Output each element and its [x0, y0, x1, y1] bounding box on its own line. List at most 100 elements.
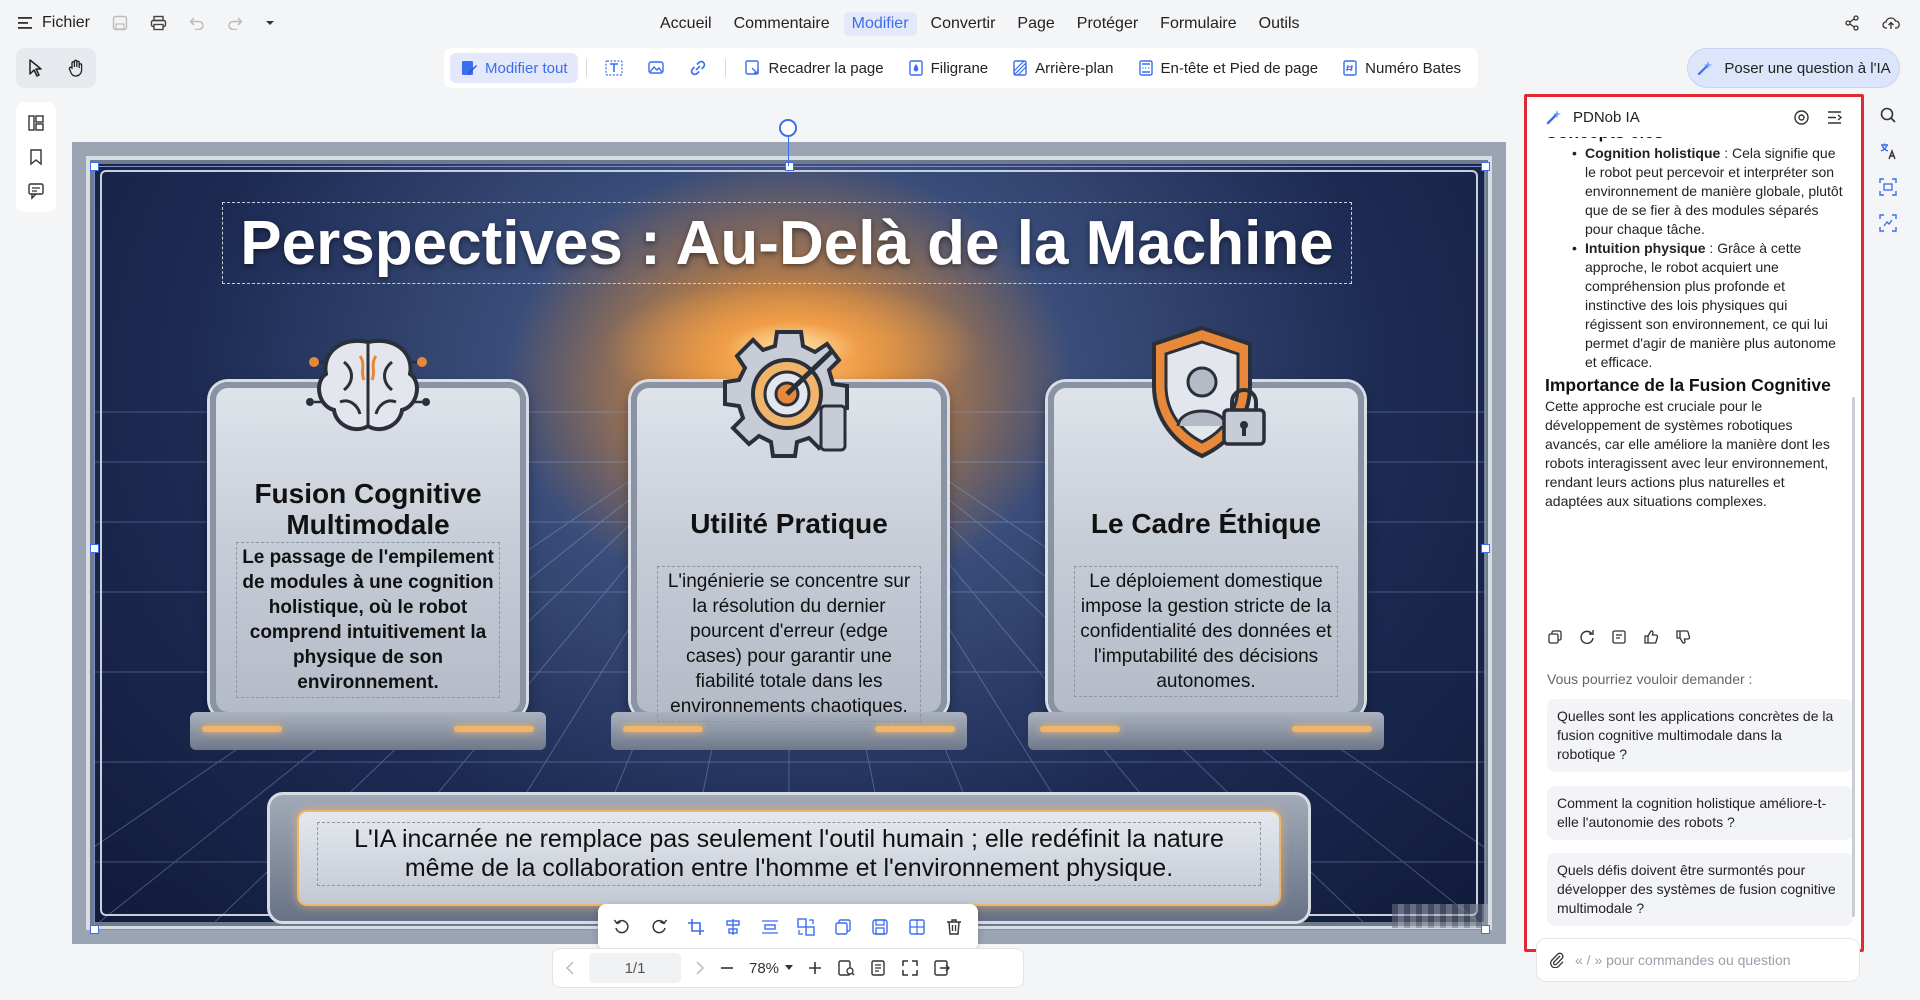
menu-formulaire[interactable]: Formulaire: [1152, 12, 1244, 36]
watermark-button[interactable]: Filigrane: [898, 53, 999, 83]
crop-icon[interactable]: [687, 918, 705, 936]
page-navigation: 1/1 78%: [552, 948, 1024, 988]
chevron-down-icon: [785, 965, 794, 971]
zoom-in-icon[interactable]: [807, 960, 823, 976]
card-title[interactable]: Fusion Cognitive Multimodale: [220, 478, 516, 540]
settings-icon[interactable]: [1793, 109, 1810, 126]
suggestion-item[interactable]: Comment la cognition holistique améliore…: [1547, 786, 1853, 840]
copy-icon[interactable]: [1547, 629, 1563, 645]
crop-page-button[interactable]: Recadrer la page: [734, 53, 894, 83]
bates-number-icon: [1342, 59, 1358, 77]
banner-text[interactable]: L'IA incarnée ne remplace pas seulement …: [317, 822, 1261, 886]
menu-proteger[interactable]: Protéger: [1069, 12, 1146, 36]
regenerate-icon[interactable]: [1579, 629, 1595, 645]
ai-panel-title: PDNob IA: [1573, 108, 1640, 126]
chevron-down-icon[interactable]: [265, 19, 275, 27]
menu-convertir[interactable]: Convertir: [923, 12, 1004, 36]
ai-question-input[interactable]: « / » pour commandes ou question: [1536, 938, 1860, 982]
select-arrow-icon[interactable]: [28, 59, 44, 77]
background-icon: [1012, 59, 1028, 77]
fullscreen-icon[interactable]: [901, 959, 919, 977]
response-paragraph: Cette approche est cruciale pour le déve…: [1545, 398, 1830, 509]
link-icon: [689, 60, 707, 76]
align-center-icon[interactable]: [724, 918, 742, 936]
zoom-out-icon[interactable]: [719, 960, 735, 976]
menu-accueil[interactable]: Accueil: [652, 12, 720, 36]
slide-image[interactable]: Perspectives : Au-Delà de la Machine Fus…: [72, 142, 1506, 944]
rotate-right-icon[interactable]: [650, 918, 668, 936]
watermark-icon: [908, 59, 924, 77]
card-body[interactable]: Le déploiement domestique impose la gest…: [1074, 566, 1338, 697]
menu-page[interactable]: Page: [1009, 12, 1062, 36]
collapse-panel-icon[interactable]: [1826, 109, 1843, 126]
document-page: Perspectives : Au-Delà de la Machine Fus…: [72, 142, 1506, 944]
fit-icon[interactable]: [908, 918, 926, 936]
replace-image-icon[interactable]: [797, 918, 816, 936]
edit-toolbar: Modifier tout Recadrer la page Filigrane…: [444, 48, 1478, 88]
slide-title[interactable]: Perspectives : Au-Delà de la Machine: [222, 202, 1352, 284]
suggestion-item[interactable]: Quels défis doivent être surmontés pour …: [1547, 853, 1853, 926]
rotate-handle[interactable]: [779, 119, 797, 137]
text-box-icon: [604, 60, 623, 76]
bates-number-button[interactable]: Numéro Bates: [1332, 53, 1471, 83]
suggestion-item[interactable]: Quelles sont les applications concrètes …: [1547, 699, 1853, 772]
toolbar-separator: [724, 59, 726, 77]
zoom-select[interactable]: 78%: [749, 960, 794, 977]
menu-modifier[interactable]: Modifier: [843, 12, 917, 36]
right-rail: [1876, 106, 1900, 232]
save-icon[interactable]: [112, 15, 128, 31]
menu-outils[interactable]: Outils: [1251, 12, 1308, 36]
hand-pan-icon[interactable]: [68, 59, 84, 77]
crop-icon: [744, 59, 762, 77]
edit-all-button[interactable]: Modifier tout: [450, 53, 578, 83]
duplicate-icon[interactable]: [834, 918, 852, 936]
prev-page-icon[interactable]: [565, 961, 575, 975]
exit-icon[interactable]: [933, 959, 951, 977]
translate-icon[interactable]: [1879, 142, 1897, 160]
add-text-button[interactable]: [595, 54, 633, 82]
menu-commentaire[interactable]: Commentaire: [726, 12, 838, 36]
fit-page-icon[interactable]: [837, 959, 855, 977]
file-menu[interactable]: Fichier: [18, 14, 90, 32]
card-base: [1028, 712, 1384, 750]
ocr-scan-icon[interactable]: [1879, 178, 1897, 196]
scrollbar[interactable]: [1852, 397, 1855, 917]
add-image-button[interactable]: [637, 54, 675, 82]
card-utilite-pratique: Utilité Pratique L'ingénierie se concent…: [611, 330, 967, 750]
distribute-icon[interactable]: [761, 918, 779, 936]
card-title[interactable]: Utilité Pratique: [641, 508, 937, 539]
share-icon[interactable]: [1844, 15, 1860, 31]
rotate-left-icon[interactable]: [613, 918, 631, 936]
card-title[interactable]: Le Cadre Éthique: [1058, 508, 1354, 539]
thumbs-down-icon[interactable]: [1675, 629, 1691, 645]
undo-icon[interactable]: [189, 16, 205, 30]
thumbs-up-icon[interactable]: [1643, 629, 1659, 645]
response-actions: [1547, 629, 1691, 645]
next-page-icon[interactable]: [695, 961, 705, 975]
file-menu-label: Fichier: [42, 14, 91, 31]
screenshot-icon[interactable]: [1879, 214, 1897, 232]
add-link-button[interactable]: [679, 54, 717, 82]
print-icon[interactable]: [150, 15, 167, 31]
attachment-icon[interactable]: [1549, 952, 1565, 968]
background-button[interactable]: Arrière-plan: [1002, 53, 1123, 83]
card-body[interactable]: Le passage de l'empilement de modules à …: [236, 542, 500, 698]
card-body[interactable]: L'ingénierie se concentre sur la résolut…: [657, 566, 921, 722]
list-item: Intuition physique : Grâce à cette appro…: [1572, 239, 1843, 372]
header-footer-button[interactable]: En-tête et Pied de page: [1128, 53, 1329, 83]
search-icon[interactable]: [1879, 106, 1897, 124]
ask-ai-button[interactable]: Poser une question à l'IA: [1687, 48, 1900, 88]
hamburger-icon: [18, 16, 34, 30]
brain-icon: [300, 322, 436, 462]
insert-note-icon[interactable]: [1611, 629, 1627, 645]
thumbnails-icon[interactable]: [27, 114, 45, 132]
save-image-icon[interactable]: [871, 918, 889, 936]
comment-icon[interactable]: [27, 182, 45, 200]
page-indicator[interactable]: 1/1: [589, 953, 681, 983]
redo-icon[interactable]: [227, 16, 243, 30]
delete-icon[interactable]: [945, 918, 963, 936]
image-icon: [647, 60, 665, 76]
bookmark-icon[interactable]: [28, 148, 44, 166]
cloud-upload-icon[interactable]: [1882, 15, 1900, 31]
page-view-icon[interactable]: [869, 959, 887, 977]
